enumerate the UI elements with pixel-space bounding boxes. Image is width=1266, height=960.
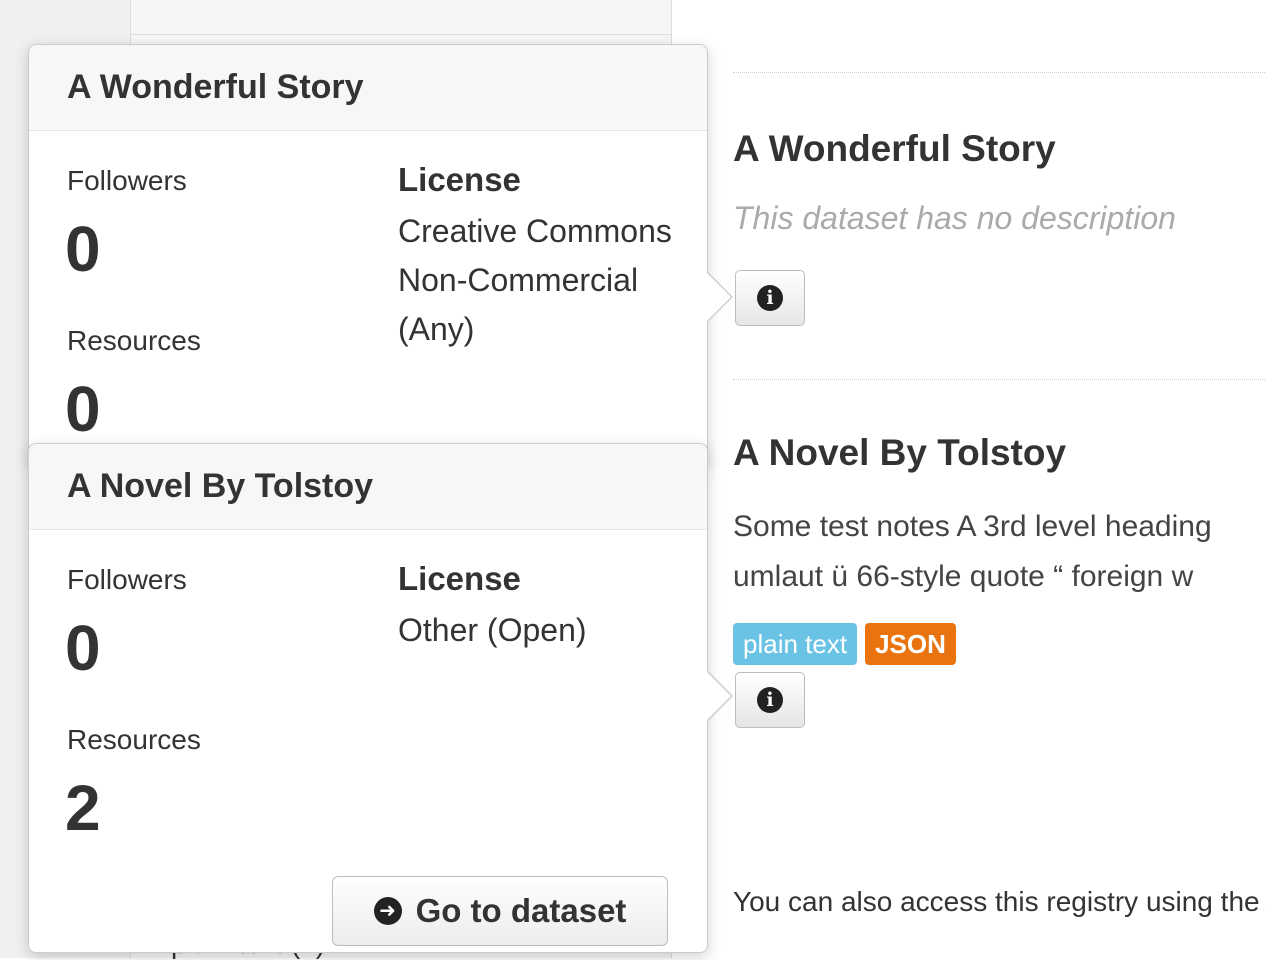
license-value: Other (Open) — [398, 612, 587, 648]
format-badge-json[interactable]: JSON — [865, 623, 956, 665]
dataset-notes: Some test notes A 3rd level heading umla… — [733, 502, 1266, 602]
resources-label: Resources — [67, 724, 201, 755]
info-icon: i — [757, 687, 783, 713]
dataset-title-link[interactable]: A Wonderful Story — [733, 128, 1056, 170]
dataset-notes-line: umlaut ü 66-style quote “ foreign w — [733, 560, 1194, 593]
dataset-empty-description: This dataset has no description — [733, 200, 1176, 236]
popover-arrow — [706, 271, 733, 323]
license-label: License — [398, 161, 521, 198]
license-value: Creative Commons Non-Commercial (Any) — [398, 213, 672, 347]
popover-title: A Novel By Tolstoy — [29, 444, 707, 530]
resources-count: 2 — [65, 772, 101, 844]
resources-count: 0 — [65, 373, 101, 445]
followers-label: Followers — [67, 564, 187, 595]
dataset-info-button[interactable]: i — [735, 672, 805, 728]
info-icon: i — [757, 285, 783, 311]
circle-arrow-right-icon: ➜ — [373, 897, 402, 925]
popover-title: A Wonderful Story — [29, 45, 707, 131]
dataset-popover: A Wonderful Story Followers 0 Resources … — [28, 44, 733, 466]
api-access-note: You can also access this registry using … — [733, 886, 1266, 917]
resources-label: Resources — [67, 325, 201, 356]
dataset-info-button[interactable]: i — [735, 270, 805, 326]
license-label: License — [398, 560, 521, 597]
go-to-dataset-button[interactable]: ➜ Go to dataset — [332, 876, 668, 946]
popover-arrow — [706, 670, 733, 722]
followers-count: 0 — [65, 612, 101, 684]
format-badge-plain-text[interactable]: plain text — [733, 623, 858, 665]
go-to-dataset-label: Go to dataset — [415, 892, 627, 929]
format-badges: plain text JSON — [733, 623, 956, 665]
dataset-divider — [733, 72, 1266, 73]
followers-label: Followers — [67, 165, 187, 196]
dataset-divider — [733, 379, 1266, 380]
dataset-title-link[interactable]: A Novel By Tolstoy — [733, 432, 1066, 474]
dataset-notes-line: Some test notes A 3rd level heading — [733, 510, 1212, 543]
sidebar-divider — [131, 34, 671, 35]
followers-count: 0 — [65, 213, 101, 285]
